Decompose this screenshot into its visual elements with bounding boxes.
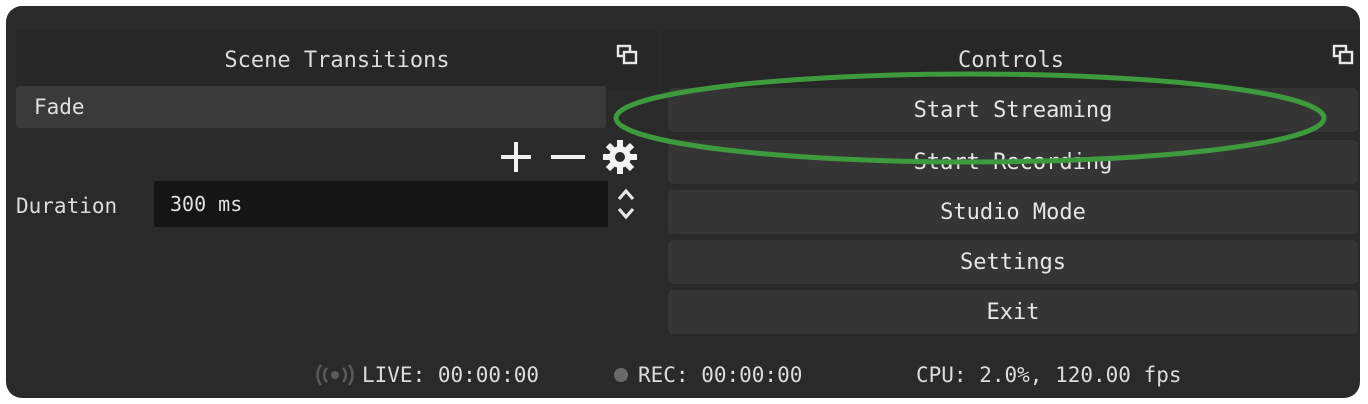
record-dot-icon [614,368,628,382]
scene-transitions-title-text: Scene Transitions [224,47,450,73]
dock-float-icon[interactable] [616,44,638,66]
start-recording-label: Start Recording [913,149,1113,175]
minus-icon [551,155,585,159]
cpu-fps-readout: CPU: 2.0%, 120.00 fps [916,363,1182,387]
spinner-arrows-icon [617,188,635,220]
live-status: LIVE: 00:00:00 [316,363,539,387]
remove-transition-button[interactable] [544,136,592,178]
transition-select[interactable]: Fade [16,86,606,128]
cpu-status: CPU: 2.0%, 120.00 fps [916,363,1182,387]
duration-field[interactable] [154,181,608,227]
studio-mode-label: Studio Mode [940,199,1086,225]
controls-title: Controls [662,30,1360,90]
scene-transitions-title: Scene Transitions [16,30,658,90]
transition-properties-button[interactable] [600,136,640,178]
studio-mode-button[interactable]: Studio Mode [668,190,1358,234]
exit-label: Exit [986,299,1040,325]
exit-button[interactable]: Exit [668,290,1358,334]
start-streaming-label: Start Streaming [913,97,1113,123]
start-recording-button[interactable]: Start Recording [668,140,1358,184]
settings-label: Settings [960,249,1066,275]
dock-float-icon[interactable] [1332,44,1354,66]
controls-title-text: Controls [958,47,1064,73]
duration-label-text: Duration [16,194,118,218]
duration-label: Duration [16,188,117,224]
rec-timer: REC: 00:00:00 [638,363,803,387]
duration-spinner[interactable] [612,181,640,227]
start-streaming-button[interactable]: Start Streaming [668,88,1358,132]
status-bar: LIVE: 00:00:00 REC: 00:00:00 CPU: 2.0%, … [6,352,1360,398]
plus-icon [501,142,531,172]
obs-dock-area: Scene Transitions Fade Duration 300 ms C… [6,6,1360,398]
rec-status: REC: 00:00:00 [612,363,802,387]
transition-select-value: Fade [34,95,85,119]
live-timer: LIVE: 00:00:00 [362,363,540,387]
live-broadcast-icon [316,364,354,386]
gear-icon [603,140,637,174]
add-transition-button[interactable] [496,136,536,178]
settings-button[interactable]: Settings [668,240,1358,284]
